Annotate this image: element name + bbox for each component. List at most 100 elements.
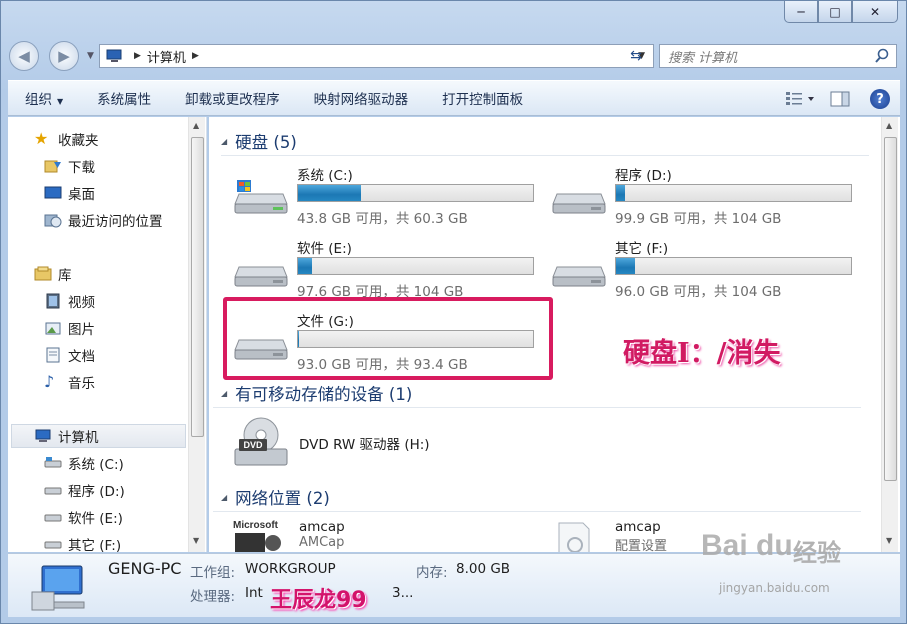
map-drive-button[interactable]: 映射网络驱动器: [297, 88, 426, 108]
navigation-pane: ★ 收藏夹 下载 桌面 最近访问的位置 库 视频 图片 文档 ♪ 音乐 计算机 …: [8, 117, 207, 552]
nav-videos[interactable]: 视频: [44, 289, 95, 313]
maximize-button[interactable]: □: [818, 1, 852, 23]
signature-overlay: 王辰龙99: [270, 588, 367, 613]
cpu-label: 处理器:: [190, 589, 236, 605]
dvd-drive-icon: DVD: [234, 417, 288, 466]
minimize-button[interactable]: ─: [784, 1, 818, 23]
close-button[interactable]: ✕: [852, 1, 898, 23]
breadcrumb-separator-icon[interactable]: ▶: [134, 51, 141, 61]
organize-button[interactable]: 组织 ▼: [8, 88, 80, 108]
drive-e-usage-fill: [298, 258, 313, 274]
uninstall-button[interactable]: 卸载或更改程序: [168, 88, 297, 108]
command-bar: 组织 ▼ 系统属性 卸载或更改程序 映射网络驱动器 打开控制面板 ?: [8, 80, 900, 116]
drive-e[interactable]: 软件 (E:) 97.6 GB 可用，共 104 GB: [219, 235, 539, 300]
memory-label: 内存:: [416, 565, 448, 581]
star-icon: ★: [34, 129, 49, 148]
drive-f-usage-fill: [616, 258, 635, 274]
help-button[interactable]: ?: [860, 89, 900, 109]
nav-favorites[interactable]: ★ 收藏夹: [34, 127, 99, 151]
baidu-watermark: Bai du 经验 jingyan.baidu.com: [701, 529, 901, 624]
scroll-up-icon[interactable]: ▲: [193, 121, 199, 130]
nav-libraries-label: 库: [58, 268, 72, 284]
music-icon: ♪: [44, 372, 55, 391]
nav-scrollbar[interactable]: ▲ ▼: [188, 117, 205, 552]
explorer-window: ─ □ ✕ ◀ ▶ ▼ ▶ 计算机 ▶ ▼ ⇆ 搜索 计算机 组织 ▼ 系统属性: [0, 0, 907, 624]
group-network[interactable]: ◢ 网络位置 (2): [213, 485, 861, 512]
nav-computer-label: 计算机: [58, 430, 99, 446]
nav-downloads[interactable]: 下载: [44, 154, 95, 178]
nav-drive-d[interactable]: 程序 (D:): [44, 478, 125, 502]
memory-value: 8.00 GB: [456, 561, 511, 577]
hard-drive-icon: [552, 193, 606, 214]
nav-computer[interactable]: 计算机: [11, 424, 186, 448]
drive-icon: [44, 487, 62, 495]
group-removable-label: 有可移动存储的设备 (1): [235, 385, 413, 404]
nav-drive-d-label: 程序 (D:): [68, 484, 125, 500]
drive-d[interactable]: 程序 (D:) 99.9 GB 可用，共 104 GB: [537, 162, 857, 227]
drive-f[interactable]: 其它 (F:) 96.0 GB 可用，共 104 GB: [537, 235, 857, 300]
address-row: ◀ ▶ ▼ ▶ 计算机 ▶ ▼ ⇆ 搜索 计算机: [9, 39, 897, 73]
content-pane: ◢ 硬盘 (5) 系统 (C:) 43.8 GB 可用，共 60.3 GB 程序…: [209, 117, 900, 552]
document-icon: [46, 347, 60, 363]
drive-d-info: 99.9 GB 可用，共 104 GB: [615, 211, 782, 227]
watermark-logo: Bai du: [701, 529, 793, 562]
nav-drive-f[interactable]: 其它 (F:): [44, 532, 121, 552]
drive-e-usage-bar: [297, 257, 534, 275]
computer-icon: [31, 565, 85, 611]
help-icon: ?: [870, 89, 890, 109]
drive-icon: [44, 457, 62, 468]
amcap-app-icon: Microsoft: [233, 520, 281, 552]
nav-downloads-label: 下载: [68, 160, 95, 176]
drive-c[interactable]: 系统 (C:) 43.8 GB 可用，共 60.3 GB: [219, 162, 539, 227]
view-icon: [786, 92, 814, 105]
back-button[interactable]: ◀: [9, 41, 39, 71]
annotation-text: 硬盘I：/消失: [623, 338, 781, 369]
scroll-down-icon[interactable]: ▼: [193, 536, 199, 545]
nav-pictures[interactable]: 图片: [44, 316, 95, 340]
address-bar[interactable]: ▶ 计算机 ▶ ▼: [99, 44, 654, 68]
nav-scroll-thumb[interactable]: [191, 137, 204, 437]
group-network-label: 网络位置 (2): [235, 489, 330, 508]
content-scrollbar[interactable]: ▲ ▼: [881, 117, 898, 552]
forward-button[interactable]: ▶: [49, 41, 79, 71]
nav-drive-e[interactable]: 软件 (E:): [44, 505, 123, 529]
network-item-amcap-text: amcap AMCap: [299, 519, 345, 552]
network-item-amcap-config[interactable]: amcap 配置设置: [553, 519, 667, 552]
breadcrumb-separator-icon[interactable]: ▶: [192, 51, 199, 61]
dvd-logo-text: DVD: [243, 440, 263, 450]
nav-libraries[interactable]: 库: [34, 262, 72, 286]
group-divider: [221, 155, 869, 156]
group-hdd[interactable]: ◢ 硬盘 (5): [221, 129, 869, 156]
network-item-amcap[interactable]: Microsoft amcap AMCap: [233, 519, 345, 552]
breadcrumb-computer[interactable]: 计算机: [147, 47, 186, 66]
caption-buttons: ─ □ ✕: [784, 1, 898, 23]
nav-drive-c-label: 系统 (C:): [68, 457, 124, 473]
nav-desktop[interactable]: 桌面: [44, 181, 95, 205]
system-properties-button[interactable]: 系统属性: [80, 88, 168, 108]
refresh-button[interactable]: ⇆: [621, 44, 651, 68]
drive-f-usage-bar: [615, 257, 852, 275]
history-dropdown-icon[interactable]: ▼: [87, 51, 94, 61]
network-item-amcap-sub: AMCap: [299, 535, 345, 550]
view-options-button[interactable]: [780, 91, 820, 107]
network-item-amcap-config-sub: 配置设置: [615, 539, 668, 552]
nav-drive-c[interactable]: 系统 (C:): [44, 451, 124, 475]
drive-d-usage-fill: [616, 185, 626, 201]
nav-music[interactable]: ♪ 音乐: [44, 370, 95, 394]
preview-pane-button[interactable]: [820, 91, 860, 107]
network-item-amcap-config-name: amcap: [615, 519, 661, 535]
group-divider: [213, 407, 861, 408]
recent-places-icon: [44, 214, 62, 228]
dvd-drive[interactable]: DVD DVD RW 驱动器 (H:): [233, 417, 430, 469]
control-panel-button[interactable]: 打开控制面板: [425, 88, 540, 108]
scroll-up-icon[interactable]: ▲: [886, 121, 892, 130]
search-input[interactable]: 搜索 计算机: [659, 44, 897, 68]
group-removable[interactable]: ◢ 有可移动存储的设备 (1): [213, 381, 861, 408]
nav-documents[interactable]: 文档: [44, 343, 95, 367]
organize-label: 组织: [25, 92, 52, 108]
nav-recent[interactable]: 最近访问的位置: [44, 208, 163, 232]
config-file-icon: [558, 522, 590, 552]
drive-c-info: 43.8 GB 可用，共 60.3 GB: [297, 211, 468, 227]
content-scroll-thumb[interactable]: [884, 137, 897, 481]
system-drive-icon: [234, 180, 288, 214]
